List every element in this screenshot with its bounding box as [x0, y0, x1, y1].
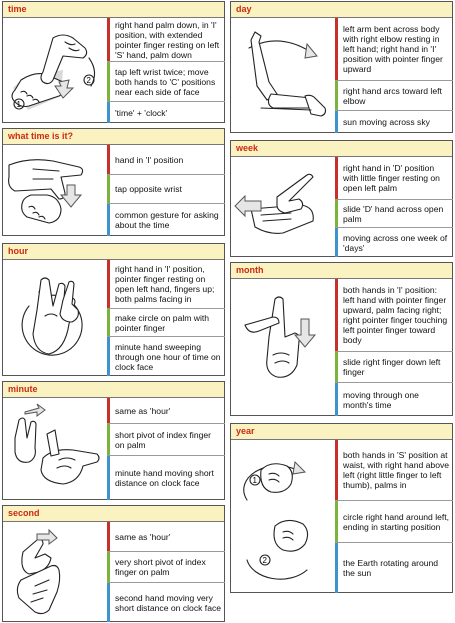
handshape-description: same as 'hour': [107, 398, 225, 423]
meaning-description: common gesture for asking about the time: [107, 203, 225, 236]
description-list: both hands in 'I' position: left hand wi…: [335, 279, 453, 416]
meaning-description: minute hand moving short distance on clo…: [107, 455, 225, 500]
movement-description: right hand arcs toward left elbow: [335, 80, 453, 110]
meaning-description: second hand moving very short distance o…: [107, 582, 225, 622]
movement-description: slide right finger down left finger: [335, 351, 453, 382]
description-list: right hand in 'D' position with little f…: [335, 157, 453, 257]
illustration-what-time-is-it: [3, 145, 107, 236]
handshape-description: right hand palm down, in 'I' position, w…: [107, 18, 225, 61]
meaning-description: moving across one week of 'days': [335, 227, 453, 257]
card-title: hour: [3, 244, 224, 260]
illustration-hour: [3, 260, 107, 376]
illustration-day: [231, 18, 335, 133]
step-marker-2: 2: [87, 76, 92, 85]
card-time: time 2 1 right hand palm down, in 'I' po…: [2, 1, 225, 123]
illustration-year: 1 2: [231, 440, 335, 593]
handshape-description: right hand in 'D' position with little f…: [335, 157, 453, 199]
movement-description: short pivot of index finger on palm: [107, 423, 225, 455]
card-minute: minute same as 'hour' short pivot of ind…: [2, 381, 225, 500]
handshape-description: right hand in 'I' position, pointer fing…: [107, 260, 225, 308]
handshape-description: hand in 'I' position: [107, 145, 225, 174]
step-marker-2: 2: [263, 556, 268, 565]
description-list: same as 'hour' very short pivot of index…: [107, 522, 225, 622]
description-list: hand in 'I' position tap opposite wrist …: [107, 145, 225, 236]
movement-description: circle right hand around left, ending in…: [335, 500, 453, 542]
card-title: what time is it?: [3, 129, 224, 145]
card-title: week: [231, 141, 452, 157]
card-week: week right hand in 'D' position with lit…: [230, 140, 453, 257]
step-marker-1: 1: [17, 100, 22, 109]
meaning-description: 'time' + 'clock': [107, 101, 225, 123]
card-title: month: [231, 263, 452, 279]
description-list: both hands in 'S' position at waist, wit…: [335, 440, 453, 593]
card-title: minute: [3, 382, 224, 398]
illustration-minute: [3, 398, 107, 500]
handshape-description: left arm bent across body with right elb…: [335, 18, 453, 80]
meaning-description: minute hand sweeping through one hour of…: [107, 336, 225, 376]
movement-description: tap opposite wrist: [107, 174, 225, 203]
description-list: right hand palm down, in 'I' position, w…: [107, 18, 225, 123]
description-list: left arm bent across body with right elb…: [335, 18, 453, 133]
handshape-description: both hands in 'S' position at waist, wit…: [335, 440, 453, 500]
handshape-description: both hands in 'I' position: left hand wi…: [335, 279, 453, 351]
movement-description: make circle on palm with pointer finger: [107, 308, 225, 336]
meaning-description: sun moving across sky: [335, 110, 453, 133]
card-title: second: [3, 506, 224, 522]
description-list: same as 'hour' short pivot of index fing…: [107, 398, 225, 500]
movement-description: very short pivot of index finger on palm: [107, 551, 225, 582]
card-title: time: [3, 2, 224, 18]
card-title: year: [231, 424, 452, 440]
illustration-week: [231, 157, 335, 257]
description-list: right hand in 'I' position, pointer fing…: [107, 260, 225, 376]
illustration-second: [3, 522, 107, 622]
illustration-time: 2 1: [3, 18, 107, 123]
meaning-description: the Earth rotating around the sun: [335, 542, 453, 593]
card-hour: hour right hand in 'I' position, pointer…: [2, 243, 225, 376]
card-second: second same as 'hour' very short pivot o…: [2, 505, 225, 622]
handshape-description: same as 'hour': [107, 522, 225, 551]
card-title: day: [231, 2, 452, 18]
meaning-description: moving through one month's time: [335, 382, 453, 416]
movement-description: tap left wrist twice; move both hands to…: [107, 61, 225, 101]
step-marker-1: 1: [253, 476, 258, 485]
card-year: year 1 2 both hands in 'S' position at w…: [230, 423, 453, 593]
card-what-time-is-it: what time is it? hand in 'I' position ta…: [2, 128, 225, 236]
card-month: month both hands in 'I' position: left h…: [230, 262, 453, 416]
movement-description: slide 'D' hand across open palm: [335, 199, 453, 227]
illustration-month: [231, 279, 335, 416]
card-day: day left arm bent across body with right…: [230, 1, 453, 133]
